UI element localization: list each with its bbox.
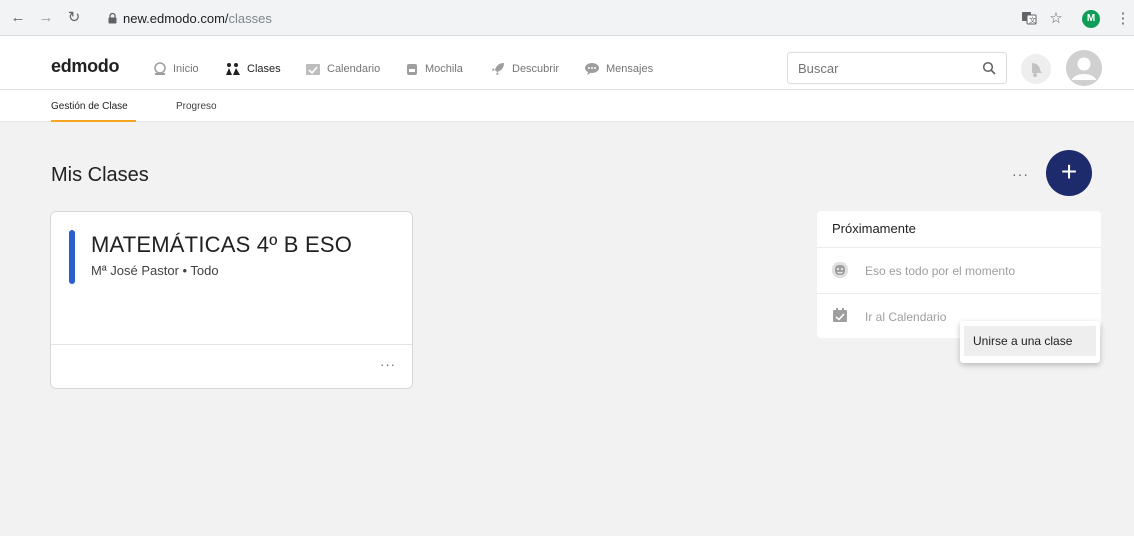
forward-arrow-icon[interactable]: → [38,10,54,26]
upcoming-card: Próximamente Eso es todo por el momento … [817,211,1101,338]
search-input[interactable]: Buscar [787,52,1007,84]
go-to-calendar-link[interactable]: Ir al Calendario [865,310,946,324]
upcoming-empty-row: Eso es todo por el momento [817,247,1101,293]
bell-icon [1032,63,1042,77]
class-name[interactable]: MATEMÁTICAS 4º B ESO [91,232,352,258]
join-class-menu-item[interactable]: Unirse a una clase [964,326,1096,356]
more-options-button[interactable]: ··· [1012,166,1029,182]
translate-icon[interactable]: 文 [1020,10,1038,28]
nav-descubrir[interactable]: Descubrir [490,61,559,77]
nav-mochila[interactable]: Mochila [405,61,463,77]
svg-text:文: 文 [1029,16,1036,25]
kebab-menu-icon[interactable]: ⋮ [1114,10,1132,28]
reload-icon[interactable]: ↻ [66,10,82,26]
nav-inicio[interactable]: Inicio [153,61,199,77]
sub-navigation: Gestión de Clase Progreso [0,91,1134,122]
address-bar[interactable]: new.edmodo.com/classes [108,11,968,27]
upcoming-empty-text: Eso es todo por el momento [865,264,1016,278]
backpack-icon [407,64,417,75]
tab-gestion-de-clase[interactable]: Gestión de Clase [51,101,128,112]
add-class-dropdown: Unirse a una clase [960,321,1100,363]
user-icon [1066,50,1102,86]
bookmark-star-icon[interactable]: ☆ [1047,10,1065,28]
tab-progreso[interactable]: Progreso [176,101,217,112]
calendar-icon [833,308,847,322]
search-icon[interactable] [982,61,996,75]
back-arrow-icon[interactable]: ← [10,10,26,26]
join-class-label: Unirse a una clase [973,334,1073,348]
calendar-icon [306,64,320,75]
class-options-button[interactable]: ··· [380,357,396,372]
class-color-bar [69,230,75,284]
url-text: new.edmodo.com/classes [123,11,272,27]
home-icon [154,62,166,75]
message-icon [585,63,599,75]
classes-icon [226,63,240,75]
nav-label: Mochila [425,63,463,75]
nav-label: Descubrir [512,63,560,75]
nav-clases[interactable]: Clases [225,61,281,77]
main-content: Mis Clases ··· + MATEMÁTICAS 4º B ESO Mª… [0,122,1134,536]
class-card-footer: ··· [51,344,412,388]
user-avatar[interactable] [1066,50,1102,86]
rocket-icon [492,63,504,75]
nav-label: Inicio [173,63,199,75]
search-placeholder: Buscar [798,61,839,76]
class-teacher: Mª José Pastor • Todo [91,263,219,278]
profile-avatar[interactable]: M [1082,10,1100,28]
add-class-button[interactable]: + [1046,150,1092,196]
notifications-button[interactable] [1021,54,1051,84]
nav-mensajes[interactable]: Mensajes [584,61,653,77]
nav-label: Calendario [327,63,381,75]
page-title: Mis Clases [51,164,149,186]
browser-toolbar: ← → ↻ new.edmodo.com/classes 文 ☆ M ⋮ [0,0,1134,36]
nav-calendario[interactable]: Calendario [305,61,380,77]
smiley-icon [832,262,848,278]
url-host: new.edmodo.com/ [123,11,229,26]
nav-label: Mensajes [606,63,654,75]
nav-label: Clases [247,63,281,75]
url-path: classes [228,11,272,26]
app-header: edmodo Inicio Clases Calendario Mochila … [0,36,1134,90]
edmodo-logo[interactable]: edmodo [51,56,120,77]
class-card[interactable]: MATEMÁTICAS 4º B ESO Mª José Pastor • To… [50,211,413,389]
upcoming-title: Próximamente [832,221,916,236]
lock-icon [108,13,117,24]
